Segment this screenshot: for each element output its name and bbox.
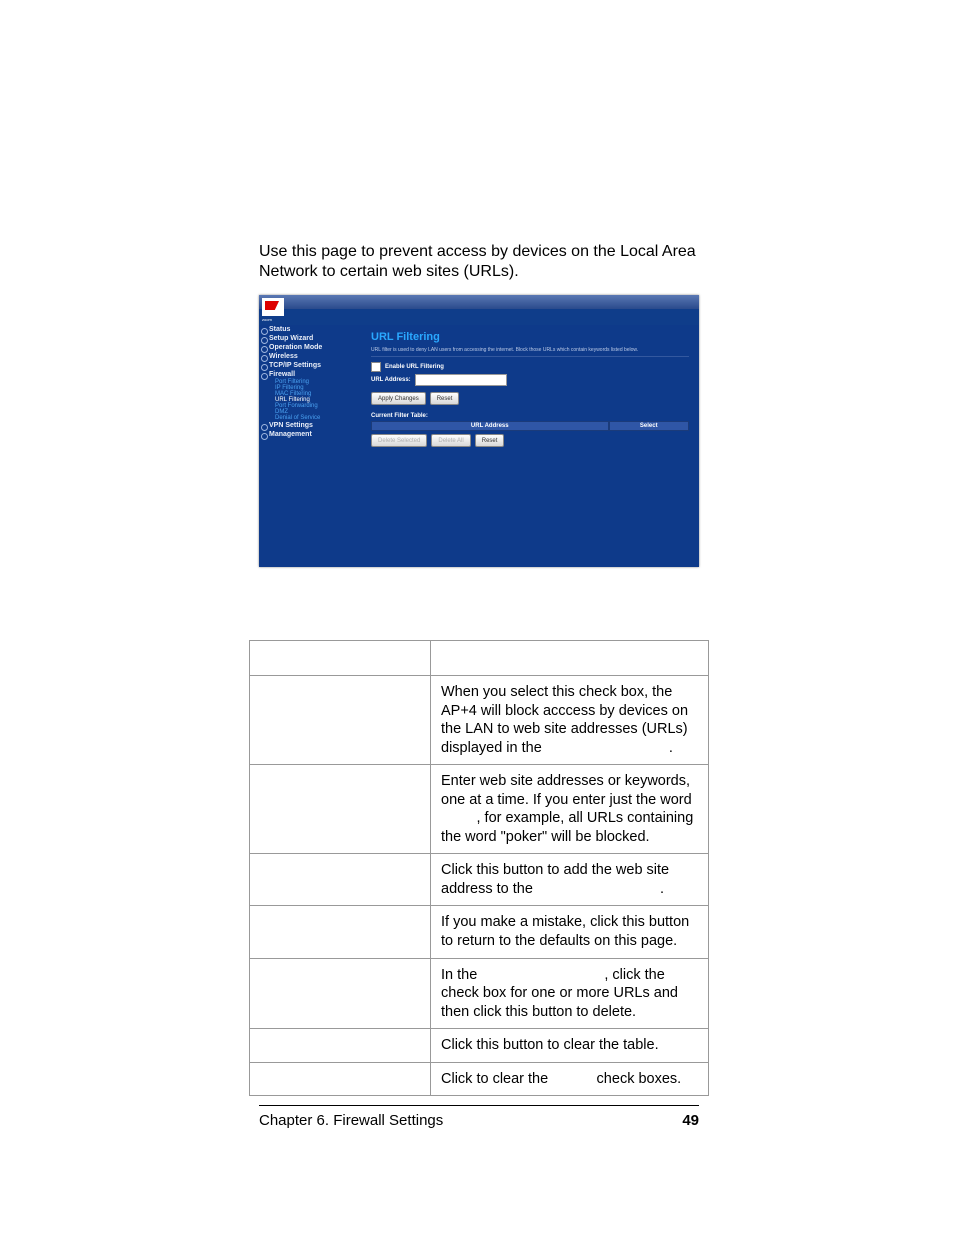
row-apply-desc: Click this button to add the web site ad… [431,854,709,906]
page-description: URL filter is used to deny LAN users fro… [371,347,689,353]
footer-chapter: Chapter 6. Firewall Settings [259,1112,443,1129]
sidebar-item-operation-mode[interactable]: Operation Mode [259,343,361,352]
sidebar-item-firewall[interactable]: Firewall [259,370,361,379]
sidebar-item-setup-wizard[interactable]: Setup Wizard [259,334,361,343]
sidebar-item-tcpip[interactable]: TCP/IP Settings [259,361,361,370]
reset-table-button[interactable]: Reset [475,434,505,447]
filter-table-header: URL Address Select [371,421,689,431]
row-enable-label [250,676,431,765]
row-reset-label [250,906,431,958]
hdr-desc [431,641,709,676]
sidebar-item-status[interactable]: Status [259,325,361,334]
row-url-label [250,765,431,854]
row-reset2-desc: Click to clear the Select check boxes. [431,1062,709,1096]
row-delsel-label [250,958,431,1029]
divider [371,356,689,357]
page-title: URL Filtering [371,331,699,343]
intro-text: Use this page to prevent access by devic… [259,242,699,282]
router-screenshot: zoom Status Setup Wizard Operation Mode … [259,295,699,567]
row-delall-label [250,1029,431,1063]
row-reset-desc: If you make a mistake, click this button… [431,906,709,958]
enable-label: Enable URL Filtering [385,364,444,370]
hdr-setting [250,641,431,676]
row-apply-label [250,854,431,906]
row-url-desc: Enter web site addresses or keywords, on… [431,765,709,854]
footer-rule [259,1105,699,1106]
filter-table-caption: Current Filter Table: [371,413,689,419]
row-enable-desc: When you select this check box, the AP+4… [431,676,709,765]
delete-selected-button[interactable]: Delete Selected [371,434,427,447]
row-delall-desc: Click this button to clear the table. [431,1029,709,1063]
titlebar [259,295,699,309]
col-url-address: URL Address [371,421,609,431]
reset-button[interactable]: Reset [430,392,460,405]
row-reset2-label [250,1062,431,1096]
description-table: When you select this check box, the AP+4… [249,640,709,1096]
delete-all-button[interactable]: Delete All [431,434,470,447]
page: Use this page to prevent access by devic… [0,0,954,1235]
row-delsel-desc: In the Current Filter Table, click the c… [431,958,709,1029]
brand-logo [262,298,284,316]
sidebar-item-management[interactable]: Management [259,430,361,439]
url-address-label: URL Address: [371,377,411,383]
sidebar: Status Setup Wizard Operation Mode Wirel… [259,325,361,567]
enable-checkbox[interactable] [371,362,381,372]
sidebar-item-wireless[interactable]: Wireless [259,352,361,361]
content-panel: URL Filtering URL filter is used to deny… [361,325,699,567]
url-address-input[interactable] [415,374,507,386]
footer-page-number: 49 [682,1112,699,1129]
brand-text: zoom [262,317,272,322]
sidebar-item-vpn[interactable]: VPN Settings [259,421,361,430]
apply-changes-button[interactable]: Apply Changes [371,392,426,405]
col-select: Select [609,421,690,431]
